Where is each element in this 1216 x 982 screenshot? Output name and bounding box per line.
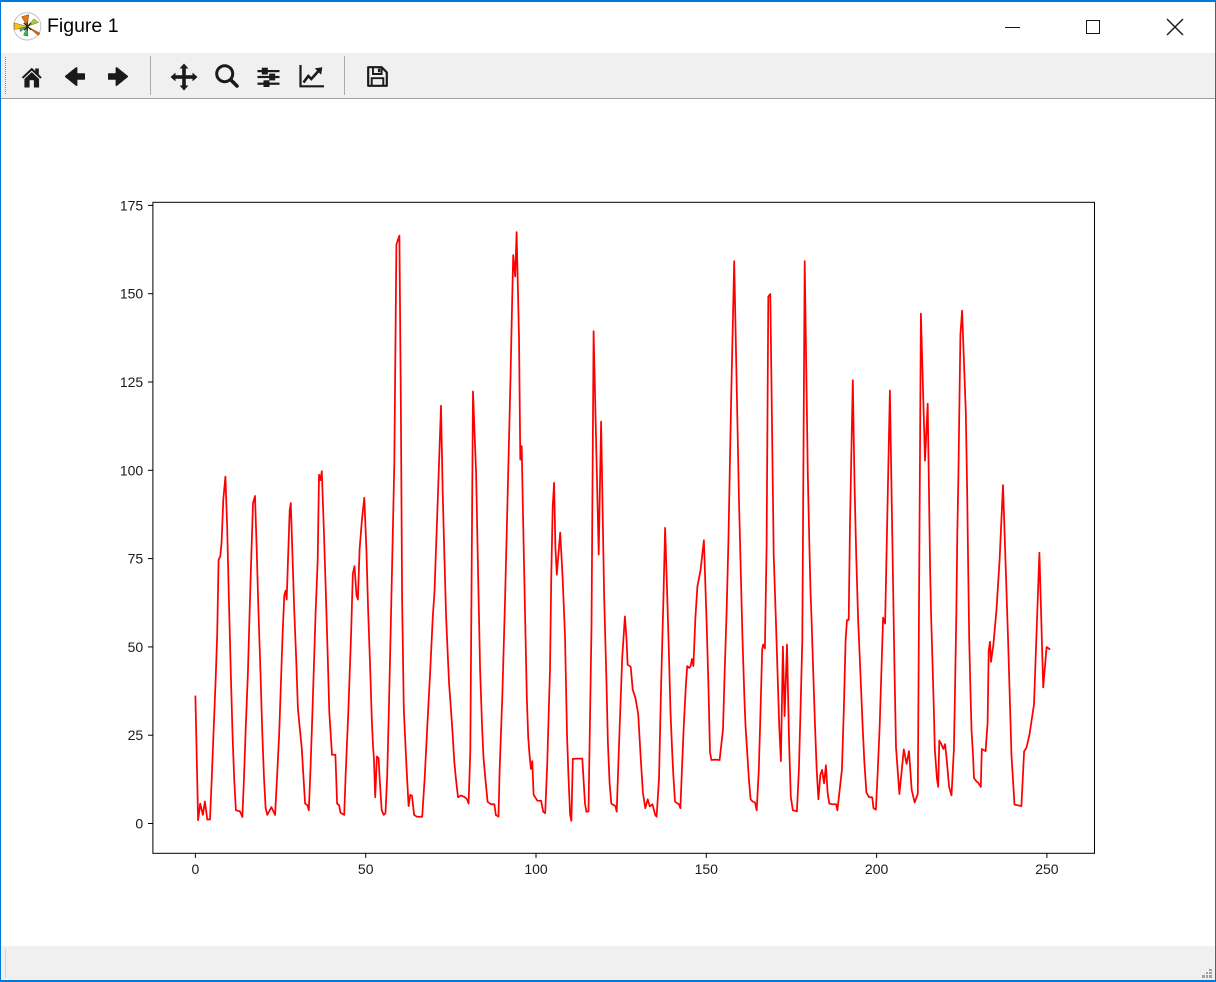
svg-text:175: 175 [120,197,144,213]
svg-text:25: 25 [128,727,144,743]
svg-text:50: 50 [358,861,374,877]
svg-text:200: 200 [865,861,889,877]
svg-text:250: 250 [1035,861,1059,877]
svg-text:125: 125 [120,374,144,390]
svg-text:75: 75 [128,551,144,567]
svg-text:150: 150 [695,861,719,877]
svg-text:50: 50 [128,639,144,655]
svg-text:150: 150 [120,286,144,302]
svg-text:0: 0 [192,861,200,877]
svg-text:100: 100 [524,861,548,877]
svg-text:100: 100 [120,462,144,478]
svg-text:0: 0 [135,816,143,832]
